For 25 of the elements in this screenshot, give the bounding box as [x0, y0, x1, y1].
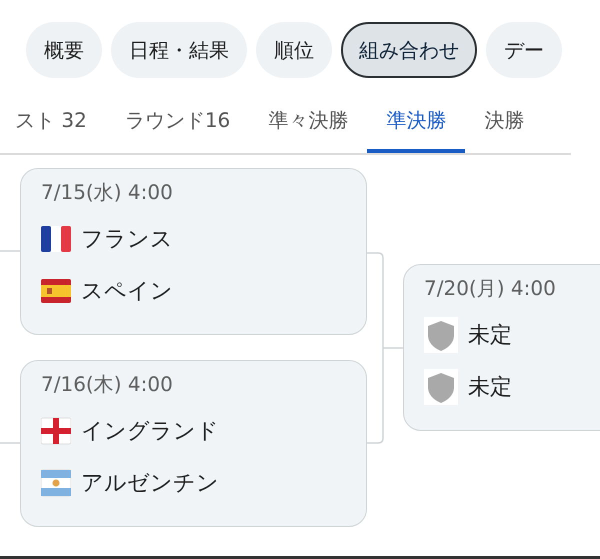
shield-icon	[424, 317, 458, 353]
shield-icon	[424, 369, 458, 405]
filter-chip[interactable]: デー	[486, 22, 562, 78]
filter-chip[interactable]: 組み合わせ	[341, 22, 477, 78]
round-tab[interactable]: スト 32	[0, 95, 106, 153]
filter-chip[interactable]: 順位	[256, 22, 332, 78]
team-name: 未定	[468, 374, 512, 402]
match-date: 7/15(水) 4:00	[41, 179, 173, 206]
match-date: 7/16(木) 4:00	[41, 371, 173, 398]
team-name: イングランド	[81, 418, 219, 446]
round-tab[interactable]: ラウンド16	[106, 95, 250, 153]
round-tab[interactable]: 決勝	[465, 95, 544, 153]
filter-chip[interactable]: 日程・結果	[111, 22, 247, 78]
match-date: 7/20(月) 4:00	[424, 275, 556, 302]
filter-chip[interactable]: 概要	[26, 22, 102, 78]
team-name: フランス	[81, 226, 173, 254]
team-name: スペイン	[81, 278, 173, 306]
flag-icon	[41, 224, 71, 254]
flag-icon	[41, 416, 71, 446]
team-name: 未定	[468, 322, 512, 350]
round-tab[interactable]: 準決勝	[367, 95, 466, 153]
flag-icon	[41, 468, 71, 498]
round-tab[interactable]: 準々決勝	[249, 95, 368, 153]
team-name: アルゼンチン	[81, 470, 219, 498]
flag-icon	[41, 276, 71, 306]
